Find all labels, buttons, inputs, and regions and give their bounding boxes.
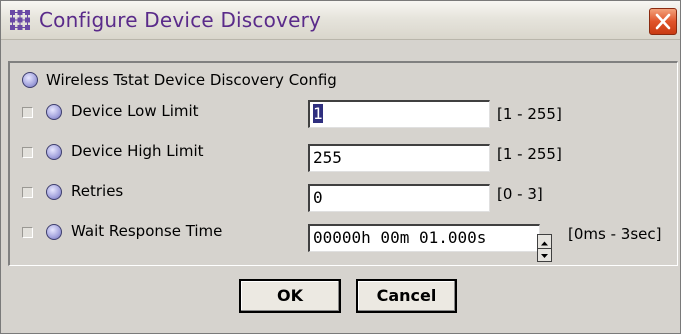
window-title: Configure Device Discovery	[39, 8, 322, 32]
close-x-icon	[655, 13, 671, 30]
discovery-config-panel: Wireless Tstat Device Discovery Config D…	[8, 61, 678, 266]
row-wait-response-time: Wait Response Time 00000h 00m 01.000s [0…	[10, 216, 676, 252]
device-high-limit-radio-icon[interactable]	[46, 144, 62, 160]
config-header-label: Wireless Tstat Device Discovery Config	[46, 71, 337, 89]
device-low-limit-label: Device Low Limit	[71, 102, 199, 120]
grid-network-icon	[8, 8, 32, 32]
cancel-button[interactable]: Cancel	[356, 279, 457, 313]
retries-checkbox[interactable]	[22, 187, 33, 198]
title-bar[interactable]: Configure Device Discovery	[1, 1, 680, 40]
retries-radio-icon[interactable]	[46, 184, 62, 200]
device-low-limit-input[interactable]: 1	[308, 100, 490, 128]
spinner-down-button[interactable]	[538, 248, 551, 261]
config-header-row: Wireless Tstat Device Discovery Config	[10, 65, 676, 95]
wait-response-time-radio-icon[interactable]	[46, 224, 62, 240]
ok-button[interactable]: OK	[239, 279, 341, 313]
field-text: 255	[313, 148, 342, 167]
wait-response-time-spinner[interactable]	[537, 234, 552, 262]
row-device-high-limit: Device High Limit 255 [1 - 255]	[10, 136, 676, 172]
row-device-low-limit: Device Low Limit 1 [1 - 255]	[10, 96, 676, 128]
field-text: 00000h 00m 01.000s	[313, 228, 487, 247]
device-low-limit-range: [1 - 255]	[497, 105, 562, 123]
device-low-limit-checkbox[interactable]	[22, 107, 33, 118]
close-button[interactable]	[649, 8, 677, 35]
dialog-window: Configure Device Discovery Wireless Tsta…	[0, 0, 681, 334]
wait-response-time-label: Wait Response Time	[71, 222, 223, 240]
selected-text: 1	[313, 104, 323, 123]
status-radio-icon[interactable]	[22, 72, 38, 88]
retries-range: [0 - 3]	[497, 185, 543, 203]
wait-response-time-range: [0ms - 3sec]	[568, 225, 662, 243]
field-text: 0	[313, 188, 323, 207]
device-high-limit-checkbox[interactable]	[22, 147, 33, 158]
wait-response-time-checkbox[interactable]	[22, 227, 33, 238]
spinner-up-button[interactable]	[538, 235, 551, 249]
spinner-down-arrow-icon	[541, 254, 548, 258]
device-high-limit-label: Device High Limit	[71, 142, 204, 160]
device-high-limit-range: [1 - 255]	[497, 145, 562, 163]
row-retries: Retries 0 [0 - 3]	[10, 176, 676, 212]
retries-label: Retries	[71, 182, 124, 200]
retries-input[interactable]: 0	[308, 184, 490, 212]
device-low-limit-radio-icon[interactable]	[46, 104, 62, 120]
wait-response-time-input[interactable]: 00000h 00m 01.000s	[308, 224, 540, 252]
device-high-limit-input[interactable]: 255	[308, 144, 490, 172]
